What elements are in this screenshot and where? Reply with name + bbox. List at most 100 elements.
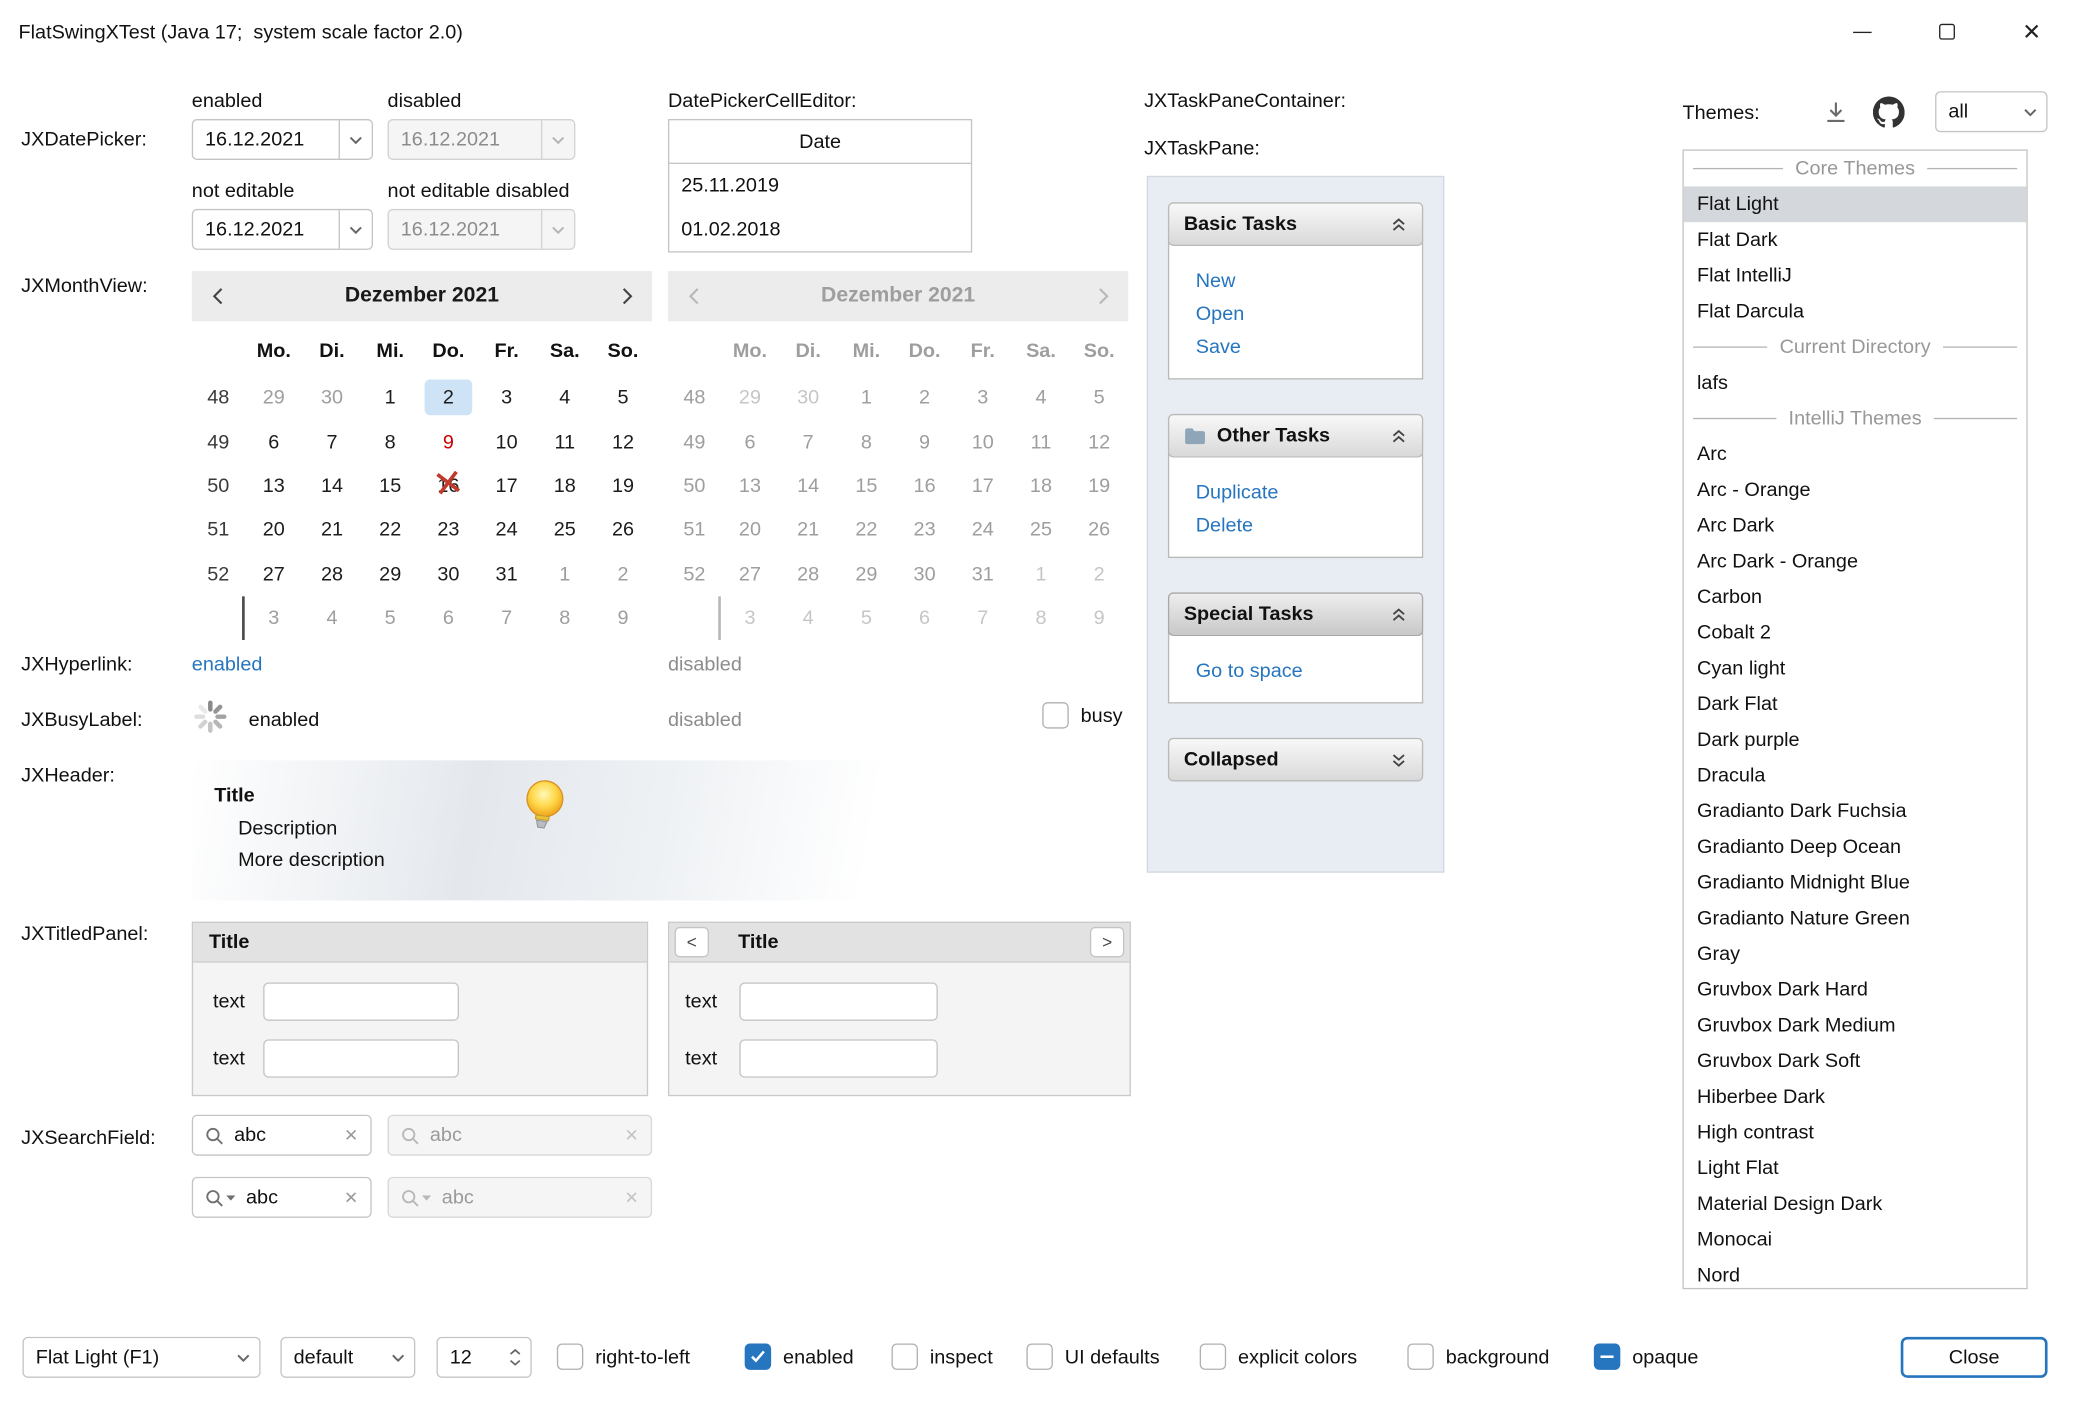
day-cell[interactable]: 6 [419, 596, 477, 640]
checkbox-background[interactable]: background [1407, 1343, 1549, 1369]
table-row[interactable]: 01.02.2018 [669, 208, 971, 252]
theme-item-dark-flat[interactable]: Dark Flat [1684, 686, 2027, 722]
day-cell[interactable]: 8 [361, 420, 419, 464]
close-window-button[interactable]: ✕ [1989, 0, 2074, 63]
taskpane-action-duplicate[interactable]: Duplicate [1196, 476, 1422, 509]
datepicker-not-editable[interactable]: 16.12.2021 [192, 209, 373, 250]
day-cell[interactable]: 4 [536, 376, 594, 420]
collapse-icon[interactable] [1390, 428, 1407, 444]
collapse-icon[interactable] [1390, 216, 1407, 232]
theme-item-flat-light[interactable]: Flat Light [1684, 186, 2027, 222]
theme-item-dracula[interactable]: Dracula [1684, 758, 2027, 794]
day-cell[interactable]: 30 [419, 552, 477, 596]
day-cell[interactable]: 19 [594, 464, 652, 508]
text-input[interactable] [263, 1039, 459, 1077]
collapse-icon[interactable] [1390, 606, 1407, 622]
theme-item-nord[interactable]: Nord [1684, 1258, 2027, 1290]
day-cell[interactable]: 30 [303, 376, 361, 420]
day-cell[interactable]: 11 [536, 420, 594, 464]
day-cell[interactable]: 26 [594, 508, 652, 552]
prev-month-button[interactable] [192, 287, 242, 306]
day-cell[interactable]: 4 [303, 596, 361, 640]
day-cell[interactable]: 3 [477, 376, 535, 420]
taskpane-header-collapsed[interactable]: Collapsed [1168, 738, 1423, 782]
theme-item-flat-dark[interactable]: Flat Dark [1684, 222, 2027, 258]
day-cell[interactable]: 15 [361, 464, 419, 508]
taskpane-action-save[interactable]: Save [1196, 331, 1422, 364]
expand-icon[interactable] [1390, 752, 1407, 768]
day-cell[interactable]: 9 [419, 420, 477, 464]
taskpane-header-basic-tasks[interactable]: Basic Tasks [1168, 202, 1423, 246]
day-cell[interactable]: 6 [245, 420, 303, 464]
checkbox-ui-defaults[interactable]: UI defaults [1026, 1343, 1159, 1369]
day-cell[interactable]: 10 [477, 420, 535, 464]
maximize-button[interactable] [1905, 0, 1990, 63]
theme-item-arc-dark-orange[interactable]: Arc Dark - Orange [1684, 543, 2027, 579]
day-cell[interactable]: 17 [477, 464, 535, 508]
theme-item-gruvbox-dark-soft[interactable]: Gruvbox Dark Soft [1684, 1043, 2027, 1079]
theme-item-monocai[interactable]: Monocai [1684, 1222, 2027, 1258]
search-field-with-menu[interactable]: abc ✕ [192, 1177, 372, 1218]
clear-icon[interactable]: ✕ [344, 1125, 358, 1146]
checkbox-opaque[interactable]: opaque [1594, 1343, 1699, 1369]
taskpane-action-open[interactable]: Open [1196, 298, 1422, 331]
day-cell[interactable]: 2 [594, 552, 652, 596]
day-cell[interactable]: 3 [245, 596, 303, 640]
day-cell[interactable]: 5 [594, 376, 652, 420]
checkbox-enabled[interactable]: enabled [745, 1343, 854, 1369]
day-cell[interactable]: 13 [245, 464, 303, 508]
theme-item-lafs[interactable]: lafs [1684, 365, 2027, 401]
github-icon[interactable] [1873, 97, 1905, 134]
day-cell[interactable]: 29 [245, 376, 303, 420]
titledpanel-prev-button[interactable]: < [675, 927, 709, 957]
theme-item-hiberbee-dark[interactable]: Hiberbee Dark [1684, 1079, 2027, 1115]
theme-item-material-design-dark[interactable]: Material Design Dark [1684, 1186, 2027, 1222]
day-cell[interactable]: 12 [594, 420, 652, 464]
theme-item-high-contrast[interactable]: High contrast [1684, 1115, 2027, 1151]
theme-item-light-flat[interactable]: Light Flat [1684, 1150, 2027, 1186]
text-input[interactable] [739, 1039, 937, 1077]
theme-item-cobalt-2[interactable]: Cobalt 2 [1684, 615, 2027, 651]
theme-item-flat-intellij[interactable]: Flat IntelliJ [1684, 258, 2027, 294]
themes-filter-combobox[interactable]: all [1935, 91, 2047, 132]
checkbox-busy[interactable]: busy [1042, 702, 1122, 728]
day-cell[interactable]: 31 [477, 552, 535, 596]
day-cell[interactable]: 1 [536, 552, 594, 596]
theme-item-cyan-light[interactable]: Cyan light [1684, 651, 2027, 687]
theme-item-gradianto-deep-ocean[interactable]: Gradianto Deep Ocean [1684, 829, 2027, 865]
theme-item-gradianto-nature-green[interactable]: Gradianto Nature Green [1684, 900, 2027, 936]
taskpane-header-special-tasks[interactable]: Special Tasks [1168, 592, 1423, 636]
day-cell[interactable]: 20 [245, 508, 303, 552]
day-cell[interactable]: 29 [361, 552, 419, 596]
next-month-button[interactable] [602, 287, 652, 306]
close-button[interactable]: Close [1901, 1337, 2048, 1378]
day-cell[interactable]: 22 [361, 508, 419, 552]
day-cell[interactable]: 8 [536, 596, 594, 640]
taskpane-action-new[interactable]: New [1196, 264, 1422, 297]
day-cell[interactable]: 7 [303, 420, 361, 464]
day-cell[interactable]: 16✕ [419, 464, 477, 508]
theme-item-arc-dark[interactable]: Arc Dark [1684, 508, 2027, 544]
taskpane-action-delete[interactable]: Delete [1196, 509, 1422, 542]
titledpanel-next-button[interactable]: > [1090, 927, 1124, 957]
chevron-down-icon[interactable] [339, 120, 372, 158]
day-cell[interactable]: 1 [361, 376, 419, 420]
day-cell[interactable]: 7 [477, 596, 535, 640]
taskpane-action-go-to-space[interactable]: Go to space [1196, 655, 1422, 688]
day-cell[interactable]: 23 [419, 508, 477, 552]
theme-item-flat-darcula[interactable]: Flat Darcula [1684, 294, 2027, 330]
clear-icon[interactable]: ✕ [344, 1187, 358, 1208]
hyperlink-enabled[interactable]: enabled [192, 653, 263, 675]
day-cell[interactable]: 2 [419, 376, 477, 420]
day-cell[interactable]: 18 [536, 464, 594, 508]
theme-item-gruvbox-dark-medium[interactable]: Gruvbox Dark Medium [1684, 1008, 2027, 1044]
theme-item-gradianto-midnight-blue[interactable]: Gradianto Midnight Blue [1684, 865, 2027, 901]
day-cell[interactable]: 28 [303, 552, 361, 596]
minimize-button[interactable] [1820, 0, 1905, 63]
text-input[interactable] [739, 982, 937, 1020]
theme-item-arc[interactable]: Arc [1684, 436, 2027, 472]
table-row[interactable]: 25.11.2019 [669, 164, 971, 208]
day-cell[interactable]: 5 [361, 596, 419, 640]
datepicker-enabled[interactable]: 16.12.2021 [192, 119, 373, 160]
search-field[interactable]: abc ✕ [192, 1115, 372, 1156]
